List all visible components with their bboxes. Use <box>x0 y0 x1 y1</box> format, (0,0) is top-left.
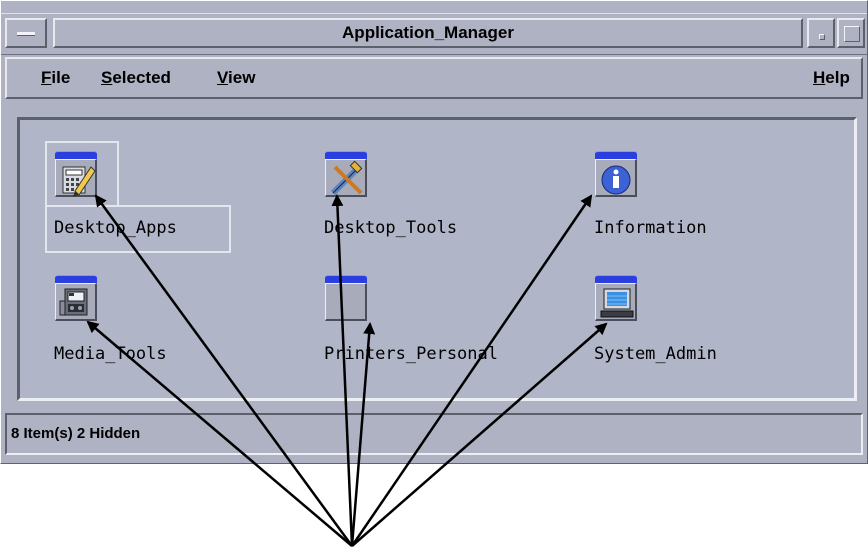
arrow-to-media-tools <box>86 320 353 547</box>
annotation-arrows <box>86 194 608 547</box>
arrow-to-desktop-tools <box>331 194 354 547</box>
arrow-to-information <box>350 194 593 547</box>
arrow-to-system-admin <box>351 322 608 547</box>
arrow-to-desktop-apps <box>94 194 354 547</box>
arrow-to-printers-personal <box>350 322 376 547</box>
